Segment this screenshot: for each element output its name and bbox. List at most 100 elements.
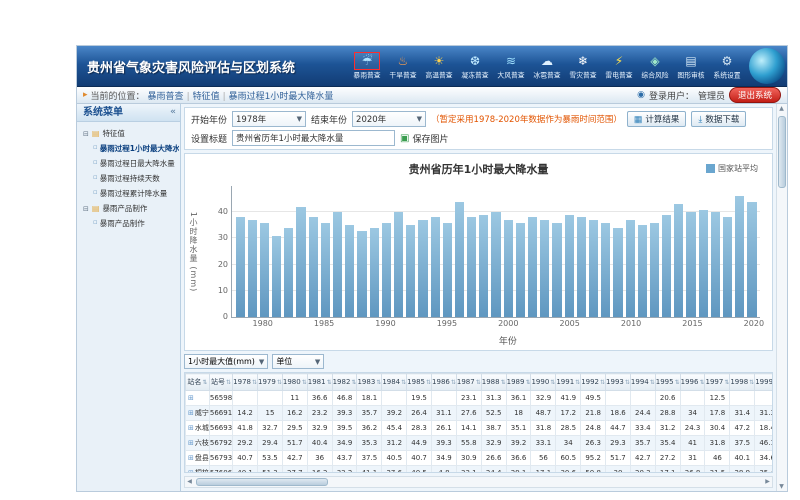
- expand-icon[interactable]: ⊞: [188, 454, 194, 462]
- nav-item-6[interactable]: ☁冰雹普查: [529, 53, 565, 80]
- scroll-up-icon[interactable]: ▲: [777, 104, 786, 113]
- column-header-4[interactable]: 1979⇅: [258, 374, 283, 391]
- sort-icon[interactable]: ⇅: [675, 379, 680, 386]
- station-name-cell[interactable]: ⊞: [186, 391, 210, 406]
- sort-icon[interactable]: ⇅: [376, 379, 381, 386]
- sort-icon[interactable]: ⇅: [699, 379, 704, 386]
- chart-bar[interactable]: [248, 220, 257, 317]
- chart-bar[interactable]: [504, 220, 513, 317]
- chart-bar[interactable]: [418, 220, 427, 317]
- chart-bar[interactable]: [747, 202, 756, 317]
- nav-item-3[interactable]: ☀高温普查: [421, 53, 457, 80]
- column-header-8[interactable]: 1983⇅: [357, 374, 382, 391]
- chart-bar[interactable]: [345, 225, 354, 317]
- tree-item-1-2[interactable]: ▫暴雨过程日最大降水量: [78, 156, 179, 171]
- station-name-cell[interactable]: ⊞威宁: [186, 406, 210, 421]
- column-header-3[interactable]: 1978⇅: [233, 374, 258, 391]
- sort-icon[interactable]: ⇅: [625, 379, 630, 386]
- unit-select[interactable]: 单位 ▼: [272, 354, 324, 369]
- chart-bar[interactable]: [674, 204, 683, 317]
- download-button[interactable]: ⤓ 数据下载: [691, 111, 746, 127]
- chart-bar[interactable]: [540, 220, 549, 317]
- column-header-19[interactable]: 1994⇅: [630, 374, 655, 391]
- sort-icon[interactable]: ⇅: [550, 379, 555, 386]
- sort-icon[interactable]: ⇅: [600, 379, 605, 386]
- calculate-button[interactable]: ▦ 计算结果: [627, 111, 687, 127]
- column-header-9[interactable]: 1984⇅: [382, 374, 407, 391]
- nav-item-7[interactable]: ❄雪灾普查: [565, 53, 601, 80]
- chart-bar[interactable]: [284, 228, 293, 317]
- expand-icon[interactable]: ⊞: [188, 409, 194, 417]
- column-header-18[interactable]: 1993⇅: [606, 374, 631, 391]
- chart-bar[interactable]: [491, 212, 500, 317]
- chart-bar[interactable]: [577, 217, 586, 317]
- chart-title-input[interactable]: [232, 130, 395, 146]
- column-header-12[interactable]: 1987⇅: [456, 374, 481, 391]
- tree-group-2[interactable]: ⊟▤暴雨产品制作: [78, 201, 179, 216]
- column-header-1[interactable]: 站名⇅: [186, 374, 210, 391]
- nav-item-10[interactable]: ▤图形审核: [673, 53, 709, 80]
- horizontal-scrollbar[interactable]: ◀ ▶: [184, 476, 773, 488]
- breadcrumb-segment[interactable]: 暴雨普查: [148, 92, 184, 102]
- chart-bar[interactable]: [565, 215, 574, 317]
- chart-bar[interactable]: [370, 228, 379, 317]
- chart-bar[interactable]: [394, 212, 403, 317]
- sort-icon[interactable]: ⇅: [401, 379, 406, 386]
- chart-bar[interactable]: [272, 236, 281, 317]
- column-header-10[interactable]: 1985⇅: [407, 374, 432, 391]
- chart-bar[interactable]: [528, 217, 537, 317]
- sort-icon[interactable]: ⇅: [724, 379, 729, 386]
- chart-bar[interactable]: [613, 228, 622, 317]
- sort-icon[interactable]: ⇅: [501, 379, 506, 386]
- station-name-cell[interactable]: ⊞盘县: [186, 451, 210, 466]
- station-name-cell[interactable]: ⊞水城: [186, 421, 210, 436]
- sort-icon[interactable]: ⇅: [327, 379, 332, 386]
- chart-bar[interactable]: [333, 212, 342, 317]
- chart-legend[interactable]: 国家站平均: [706, 163, 758, 174]
- chart-bar[interactable]: [357, 231, 366, 317]
- column-header-21[interactable]: 1996⇅: [680, 374, 705, 391]
- column-header-15[interactable]: 1990⇅: [531, 374, 556, 391]
- chart-bar[interactable]: [309, 217, 318, 317]
- chart-bar[interactable]: [723, 217, 732, 317]
- vertical-scrollbar[interactable]: ▲ ▼: [776, 104, 787, 491]
- nav-item-2[interactable]: ♨干旱普查: [385, 53, 421, 80]
- nav-item-9[interactable]: ◈综合风险: [637, 53, 673, 80]
- end-year-select[interactable]: 2020年 ▼: [352, 111, 426, 127]
- vertical-scroll-thumb[interactable]: [778, 116, 786, 188]
- sort-icon[interactable]: ⇅: [226, 379, 231, 386]
- column-header-20[interactable]: 1995⇅: [655, 374, 680, 391]
- station-name-cell[interactable]: ⊞六枝: [186, 436, 210, 451]
- sort-icon[interactable]: ⇅: [650, 379, 655, 386]
- sort-icon[interactable]: ⇅: [351, 379, 356, 386]
- column-header-22[interactable]: 1997⇅: [705, 374, 730, 391]
- chart-bar[interactable]: [686, 212, 695, 317]
- tree-item-2-1[interactable]: ▫暴雨产品制作: [78, 216, 179, 231]
- column-header-11[interactable]: 1986⇅: [432, 374, 457, 391]
- chart-bar[interactable]: [443, 223, 452, 317]
- chart-bar[interactable]: [711, 212, 720, 317]
- chart-bar[interactable]: [699, 210, 708, 317]
- column-header-2[interactable]: 站号⇅: [209, 374, 232, 391]
- sort-icon[interactable]: ⇅: [202, 379, 207, 386]
- station-name-cell[interactable]: ⊞桐梓: [186, 466, 210, 474]
- sort-icon[interactable]: ⇅: [277, 379, 282, 386]
- tree-item-1-4[interactable]: ▫暴雨过程累计降水量: [78, 186, 179, 201]
- nav-item-11[interactable]: ⚙系统设置: [709, 53, 745, 80]
- chart-bar[interactable]: [296, 207, 305, 317]
- chart-bar[interactable]: [406, 225, 415, 317]
- expand-icon[interactable]: ⊞: [188, 439, 194, 447]
- horizontal-scroll-thumb[interactable]: [196, 478, 328, 486]
- sort-icon[interactable]: ⇅: [476, 379, 481, 386]
- column-header-24[interactable]: 1999⇅: [755, 374, 773, 391]
- sort-icon[interactable]: ⇅: [525, 379, 530, 386]
- expand-icon[interactable]: ⊞: [188, 394, 194, 402]
- nav-item-1[interactable]: ☔暴雨普查: [349, 53, 385, 80]
- tree-item-1-1[interactable]: ▫暴雨过程1小时最大降水量: [78, 141, 179, 156]
- breadcrumb-segment[interactable]: 暴雨过程1小时最大降水量: [229, 92, 334, 102]
- chart-bar[interactable]: [638, 225, 647, 317]
- logout-button[interactable]: 退出系统: [729, 87, 781, 103]
- sidebar-collapse-icon[interactable]: «: [170, 104, 176, 121]
- column-header-16[interactable]: 1991⇅: [556, 374, 581, 391]
- column-header-23[interactable]: 1998⇅: [730, 374, 755, 391]
